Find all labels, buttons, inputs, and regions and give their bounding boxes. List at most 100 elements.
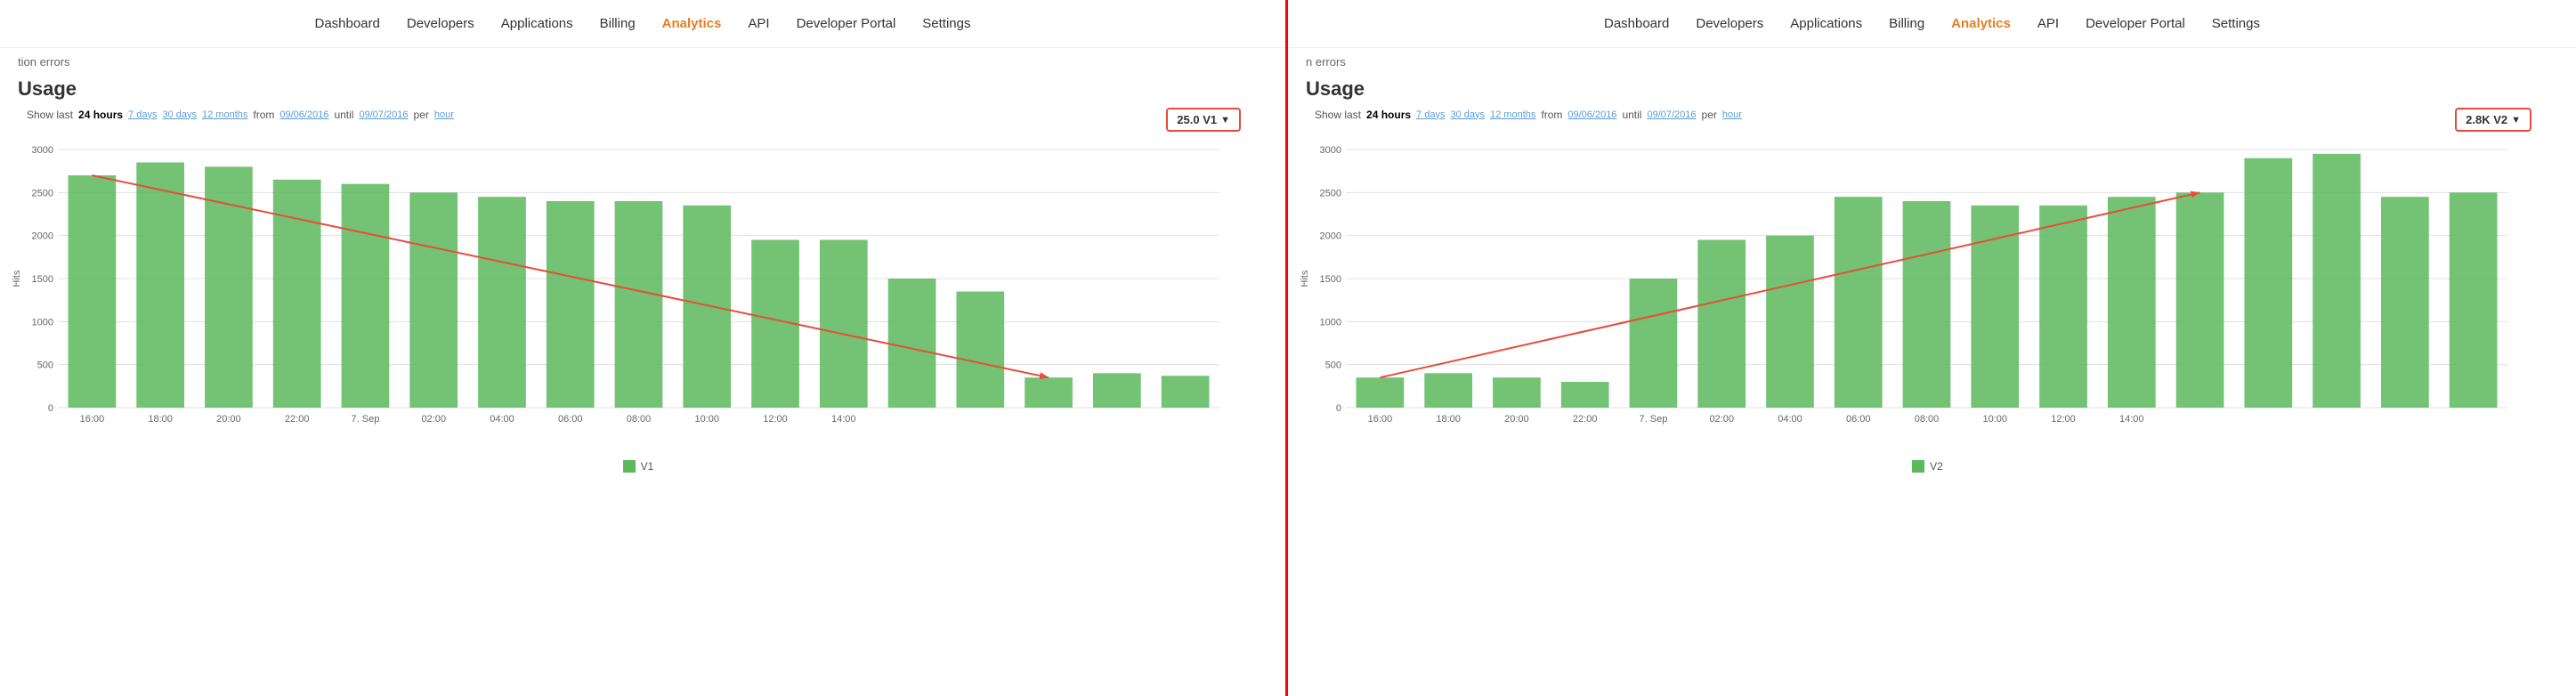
until-label: until <box>1622 109 1641 121</box>
chart-legend: V2 <box>1297 460 2558 473</box>
badge-value: 2.8K V2 <box>2466 113 2507 126</box>
svg-text:06:00: 06:00 <box>1846 414 1871 425</box>
nav-item-developers[interactable]: Developers <box>407 16 474 31</box>
usage-title: Usage <box>1297 77 2558 101</box>
svg-text:12:00: 12:00 <box>2051 414 2076 425</box>
svg-text:0: 0 <box>48 403 53 414</box>
nav-item-dashboard[interactable]: Dashboard <box>314 16 379 31</box>
show-last-label: Show last <box>27 109 73 121</box>
svg-text:500: 500 <box>1325 360 1341 371</box>
usage-title: Usage <box>9 77 1268 101</box>
usage-chart: 050010001500200025003000Hits16:0018:0020… <box>1297 132 2525 452</box>
svg-text:22:00: 22:00 <box>285 414 310 425</box>
time-range-link[interactable]: 7 days <box>1416 109 1445 120</box>
svg-text:2000: 2000 <box>32 231 53 242</box>
time-range-bold: 24 hours <box>1366 109 1411 121</box>
nav-item-settings[interactable]: Settings <box>922 16 970 31</box>
time-range-link[interactable]: 12 months <box>1490 109 1535 120</box>
svg-text:08:00: 08:00 <box>627 414 652 425</box>
panel-right: Dashboard Developers Applications Billing An… <box>1288 0 2576 696</box>
nav-item-settings[interactable]: Settings <box>2212 16 2260 31</box>
svg-text:12:00: 12:00 <box>763 414 788 425</box>
svg-text:08:00: 08:00 <box>1915 414 1940 425</box>
from-date[interactable]: 09/06/2016 <box>1567 109 1616 120</box>
svg-text:06:00: 06:00 <box>558 414 583 425</box>
nav-item-api[interactable]: API <box>2037 16 2059 31</box>
section-title: tion errors <box>0 48 1285 69</box>
nav-item-dashboard[interactable]: Dashboard <box>1604 16 1669 31</box>
svg-text:04:00: 04:00 <box>1778 414 1802 425</box>
controls-row: Show last 24 hours 7 days 30 days 12 mon… <box>9 108 1268 132</box>
svg-text:7. Sep: 7. Sep <box>352 414 380 425</box>
value-badge[interactable]: 2.8K V2 ▼ <box>2455 108 2531 132</box>
legend-label: V1 <box>641 460 654 473</box>
from-label: from <box>253 109 274 121</box>
svg-text:1000: 1000 <box>32 317 53 328</box>
from-date[interactable]: 09/06/2016 <box>279 109 328 120</box>
time-range-link[interactable]: 30 days <box>162 109 197 120</box>
svg-text:14:00: 14:00 <box>2119 414 2144 425</box>
nav-bar: Dashboard Developers Applications Billing An… <box>1288 0 2576 48</box>
chart-controls: Show last 24 hours 7 days 30 days 12 mon… <box>1306 109 1742 121</box>
svg-text:1500: 1500 <box>32 274 53 285</box>
nav-item-api[interactable]: API <box>748 16 769 31</box>
value-badge[interactable]: 25.0 V1▼ <box>1166 108 1241 132</box>
svg-text:2000: 2000 <box>1320 231 1341 242</box>
per-unit[interactable]: hour <box>434 109 454 120</box>
svg-text:500: 500 <box>37 360 53 371</box>
panel-left: Dashboard Developers Applications Billing An… <box>0 0 1288 696</box>
svg-text:7. Sep: 7. Sep <box>1640 414 1668 425</box>
svg-text:04:00: 04:00 <box>490 414 514 425</box>
chart-container: Usage Show last 24 hours 7 days 30 days … <box>1288 69 2576 482</box>
controls-row: Show last 24 hours 7 days 30 days 12 mon… <box>1297 108 2558 132</box>
until-label: until <box>334 109 353 121</box>
svg-text:20:00: 20:00 <box>216 414 241 425</box>
svg-text:3000: 3000 <box>32 145 53 156</box>
svg-text:3000: 3000 <box>1320 145 1341 156</box>
svg-text:2500: 2500 <box>32 188 53 198</box>
nav-bar: Dashboard Developers Applications Billing An… <box>0 0 1285 48</box>
per-unit[interactable]: hour <box>1722 109 1742 120</box>
until-date[interactable]: 09/07/2016 <box>1647 109 1696 120</box>
nav-item-applications[interactable]: Applications <box>501 16 573 31</box>
nav-item-analytics[interactable]: Analytics <box>662 16 722 31</box>
svg-text:0: 0 <box>1336 403 1341 414</box>
nav-item-developer-portal[interactable]: Developer Portal <box>2086 16 2185 31</box>
dropdown-arrow: ▼ <box>2511 115 2521 125</box>
svg-text:10:00: 10:00 <box>1982 414 2007 425</box>
per-label: per <box>1702 109 1717 121</box>
time-range-link[interactable]: 30 days <box>1450 109 1485 120</box>
svg-text:02:00: 02:00 <box>1709 414 1734 425</box>
nav-item-developers[interactable]: Developers <box>1696 16 1763 31</box>
from-label: from <box>1541 109 1562 121</box>
svg-text:2500: 2500 <box>1320 188 1341 198</box>
svg-text:22:00: 22:00 <box>1573 414 1598 425</box>
nav-item-billing[interactable]: Billing <box>600 16 636 31</box>
legend-color <box>623 460 636 473</box>
legend-color <box>1912 460 1924 473</box>
chart-controls: Show last 24 hours 7 days 30 days 12 mon… <box>18 109 454 121</box>
svg-text:18:00: 18:00 <box>1436 414 1461 425</box>
svg-text:1500: 1500 <box>1320 274 1341 285</box>
chart-container: Usage Show last 24 hours 7 days 30 days … <box>0 69 1285 482</box>
nav-item-analytics[interactable]: Analytics <box>1951 16 2011 31</box>
svg-text:16:00: 16:00 <box>1368 414 1393 425</box>
svg-text:Hits: Hits <box>12 270 22 287</box>
svg-text:1000: 1000 <box>1320 317 1341 328</box>
nav-item-applications[interactable]: Applications <box>1790 16 1862 31</box>
dropdown-arrow: ▼ <box>1220 115 1230 125</box>
time-range-link[interactable]: 12 months <box>202 109 247 120</box>
nav-item-billing[interactable]: Billing <box>1889 16 1924 31</box>
svg-text:18:00: 18:00 <box>148 414 173 425</box>
usage-chart: 0 500 1000 1500 2000 2500 3000 Hits 16:00 18:00 20… <box>9 132 1237 452</box>
nav-item-developer-portal[interactable]: Developer Portal <box>797 16 896 31</box>
time-range-link[interactable]: 7 days <box>128 109 157 120</box>
svg-text:16:00: 16:00 <box>80 414 105 425</box>
section-title: n errors <box>1288 48 2576 69</box>
svg-text:02:00: 02:00 <box>421 414 446 425</box>
svg-text:20:00: 20:00 <box>1504 414 1529 425</box>
legend-label: V2 <box>1930 460 1943 473</box>
svg-text:10:00: 10:00 <box>694 414 719 425</box>
until-date[interactable]: 09/07/2016 <box>359 109 408 120</box>
svg-text:14:00: 14:00 <box>831 414 856 425</box>
